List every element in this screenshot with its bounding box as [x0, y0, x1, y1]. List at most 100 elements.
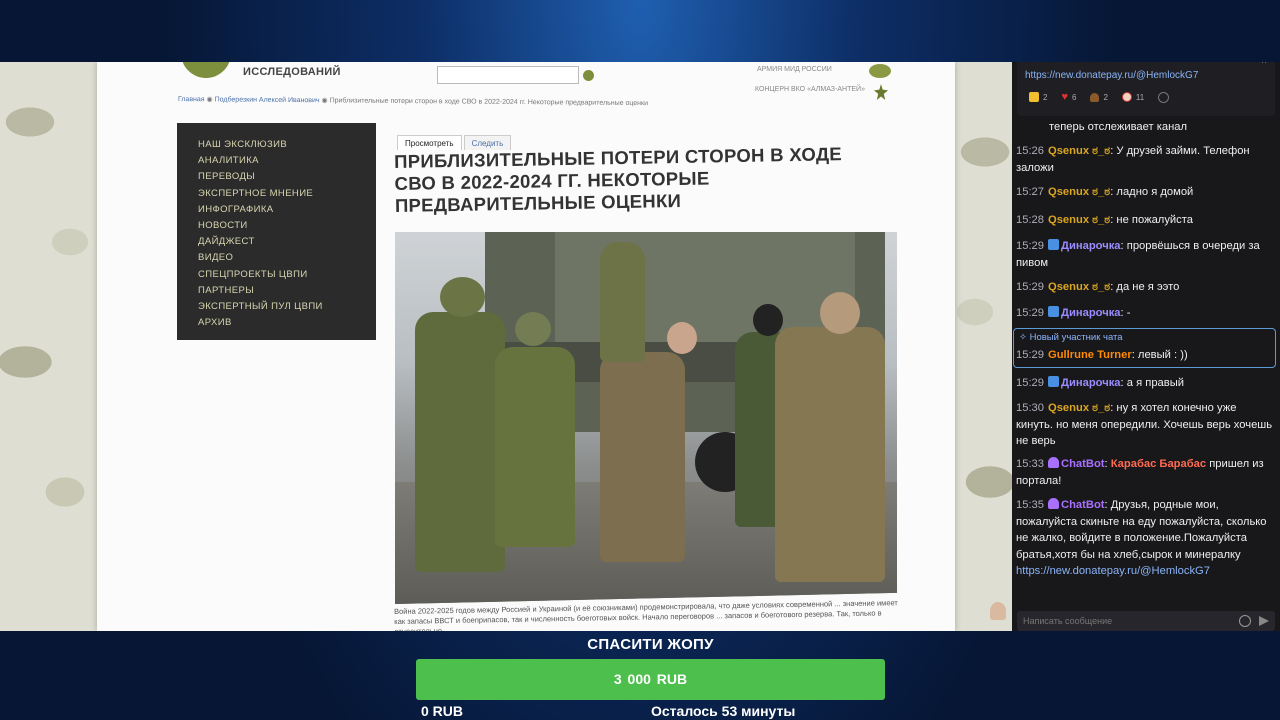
reaction-count: 2	[1043, 92, 1048, 102]
message-time: 15:29	[1016, 281, 1044, 293]
emoji-icon[interactable]	[1239, 615, 1251, 627]
website-page: ИССЛЕДОВАНИЙ АРМИЯ МИД РОССИИ КОНЦЕРН ВК…	[97, 62, 955, 631]
message-username[interactable]: Qsenux ಠ_ಠ	[1048, 402, 1110, 414]
chat-message-partial: теперь отслеживает канал	[1016, 119, 1274, 136]
message-text: : да не я ээто	[1110, 281, 1180, 293]
menu-item-translations[interactable]: ПЕРЕВОДЫ	[198, 169, 376, 185]
site-logo-emblem[interactable]	[181, 62, 231, 78]
breadcrumb-author[interactable]: Подберезкин Алексей Иванович	[215, 96, 320, 104]
reaction-thumbs-up[interactable]: 2	[1029, 91, 1047, 103]
search-go-icon[interactable]	[583, 70, 594, 81]
soldier-shape	[495, 347, 575, 547]
site-search-input[interactable]	[437, 66, 579, 84]
chat-message-input[interactable]	[1023, 614, 1223, 628]
helmet-shape	[515, 312, 551, 346]
army-emblem-icon	[869, 64, 891, 78]
message-text: :	[1104, 458, 1108, 470]
user-badge-icon	[1048, 376, 1059, 387]
message-username[interactable]: Динарочка	[1061, 307, 1121, 319]
article-title: ПРИБЛИЗИТЕЛЬНЫЕ ПОТЕРИ СТОРОН В ХОДЕ СВО…	[394, 143, 843, 216]
reaction-poop[interactable]: 2	[1090, 91, 1108, 103]
message-time: 15:33	[1016, 458, 1044, 470]
user-badge-icon	[1048, 239, 1059, 250]
header-link-army[interactable]: АРМИЯ МИД РОССИИ	[757, 66, 832, 73]
chat-message: 15:29 Динарочка: а я правый	[1016, 375, 1274, 392]
message-time: 15:30	[1016, 402, 1044, 414]
almaz-emblem-icon	[874, 84, 888, 100]
pinned-message: × https://new.donatepay.ru/@HemlockG7 2 …	[1017, 62, 1275, 116]
message-username[interactable]: Qsenux ಠ_ಠ	[1048, 214, 1110, 226]
close-icon[interactable]: ×	[1261, 62, 1267, 67]
header-link-almaz[interactable]: КОНЦЕРН ВКО «АЛМАЗ-АНТЕЙ»	[755, 86, 865, 93]
menu-item-digest[interactable]: ДАЙДЖЕСТ	[198, 234, 376, 250]
soldier-shape	[600, 242, 645, 362]
chat-message: 15:26 Qsenux ಠ_ಠ: У друзей займи. Телефон…	[1016, 143, 1274, 176]
helmet-shape	[440, 277, 485, 317]
breadcrumb: Главная ◉ Подберезкин Алексей Иванович ◉…	[178, 95, 648, 107]
reactions-bar: 2 ♥ 6 2 11	[1029, 91, 1170, 103]
chat-message: 15:27 Qsenux ಠ_ಠ: ладно я домой	[1016, 184, 1274, 201]
message-link[interactable]: https://new.donatepay.ru/@HemlockG7	[1016, 565, 1210, 577]
soldier-shape	[415, 312, 505, 572]
donation-goal-bar: 3 000 RUB	[416, 659, 885, 700]
pinned-link[interactable]: https://new.donatepay.ru/@HemlockG7	[1025, 70, 1198, 81]
bot-badge-icon	[1048, 457, 1059, 468]
menu-item-analytics[interactable]: АНАЛИТИКА	[198, 153, 376, 169]
breadcrumb-home[interactable]: Главная	[178, 96, 205, 103]
message-username[interactable]: ChatBot	[1061, 499, 1105, 511]
message-mention[interactable]: Карабас Барабас	[1111, 458, 1206, 470]
thumbs-up-icon	[1029, 92, 1039, 102]
message-username[interactable]: Динарочка	[1061, 377, 1121, 389]
site-logo-text: ИССЛЕДОВАНИЙ	[243, 66, 341, 78]
message-username[interactable]: Qsenux ಠ_ಠ	[1048, 186, 1110, 198]
chat-message: 15:29 Qsenux ಠ_ಠ: да не я ээто	[1016, 279, 1274, 296]
menu-item-partners[interactable]: ПАРТНЕРЫ	[198, 283, 376, 299]
chat-message: 15:29 Динарочка: прорвёшься в очереди за …	[1016, 238, 1274, 271]
message-username[interactable]: Qsenux ಠ_ಠ	[1048, 281, 1110, 293]
menu-item-special-projects[interactable]: СПЕЦПРОЕКТЫ ЦВПИ	[198, 267, 376, 283]
donation-goal-amount: 3 000 RUB	[613, 671, 688, 687]
menu-item-video[interactable]: ВИДЕО	[198, 250, 376, 266]
breadcrumb-separator-icon: ◉	[206, 96, 215, 104]
message-time: 15:26	[1016, 145, 1044, 157]
chat-message: 15:29 Gullrune Turner: левый : ))	[1016, 347, 1274, 364]
menu-item-exclusive[interactable]: НАШ ЭКСКЛЮЗИВ	[198, 137, 376, 153]
menu-item-news[interactable]: НОВОСТИ	[198, 218, 376, 234]
menu-item-infographics[interactable]: ИНФОГРАФИКА	[198, 202, 376, 218]
new-member-label: ✧ Новый участник чата	[1019, 332, 1123, 343]
send-icon[interactable]	[1259, 616, 1269, 626]
new-member-label-text: Новый участник чата	[1029, 332, 1123, 343]
message-username[interactable]: ChatBot	[1061, 458, 1105, 470]
add-reaction-button[interactable]	[1158, 91, 1170, 103]
message-username[interactable]: Qsenux ಠ_ಠ	[1048, 145, 1110, 157]
menu-item-expert-pool[interactable]: ЭКСПЕРТНЫЙ ПУЛ ЦВПИ	[198, 299, 376, 315]
soldier-shape	[600, 352, 685, 562]
soldier-shape	[775, 327, 885, 582]
article-excerpt: Война 2022-2025 годов между Россией и Ук…	[394, 598, 898, 631]
chat-message: 15:33 ChatBot: Карабас Барабас пришел из …	[1016, 456, 1274, 489]
tab-view[interactable]: Просмотреть	[397, 135, 462, 150]
message-text: теперь отслеживает канал	[1049, 121, 1187, 133]
stream-scene: ИССЛЕДОВАНИЙ АРМИЯ МИД РОССИИ КОНЦЕРН ВК…	[0, 0, 1280, 720]
site-nav-menu: НАШ ЭКСКЛЮЗИВ АНАЛИТИКА ПЕРЕВОДЫ ЭКСПЕРТ…	[177, 123, 376, 340]
message-text: : ладно я домой	[1110, 186, 1194, 198]
tab-follow[interactable]: Следить	[463, 135, 512, 150]
message-username[interactable]: Gullrune Turner	[1048, 349, 1132, 361]
message-time: 15:29	[1016, 307, 1044, 319]
breadcrumb-separator-icon: ◉	[321, 97, 330, 105]
chat-message: 15:30 Qsenux ಠ_ಠ: ну я хотел конечно уже …	[1016, 400, 1274, 450]
menu-item-archive[interactable]: АРХИВ	[198, 315, 376, 331]
reaction-monkey[interactable]: 11	[1121, 91, 1144, 103]
message-text: : а я правый	[1120, 377, 1184, 389]
sparkle-icon: ✧	[1019, 332, 1030, 343]
chat-panel: × https://new.donatepay.ru/@HemlockG7 2 …	[1012, 62, 1280, 631]
reaction-count: 2	[1103, 92, 1108, 102]
reaction-heart[interactable]: ♥ 6	[1061, 91, 1076, 103]
menu-item-expert-opinion[interactable]: ЭКСПЕРТНОЕ МНЕНИЕ	[198, 186, 376, 202]
message-username[interactable]: Динарочка	[1061, 240, 1121, 252]
message-time: 15:29	[1016, 240, 1044, 252]
chat-message: 15:29 Динарочка: -	[1016, 305, 1274, 322]
message-time: 15:29	[1016, 349, 1044, 361]
donation-time-left: Осталось 53 минуты	[651, 703, 796, 719]
user-badge-icon	[1048, 306, 1059, 317]
